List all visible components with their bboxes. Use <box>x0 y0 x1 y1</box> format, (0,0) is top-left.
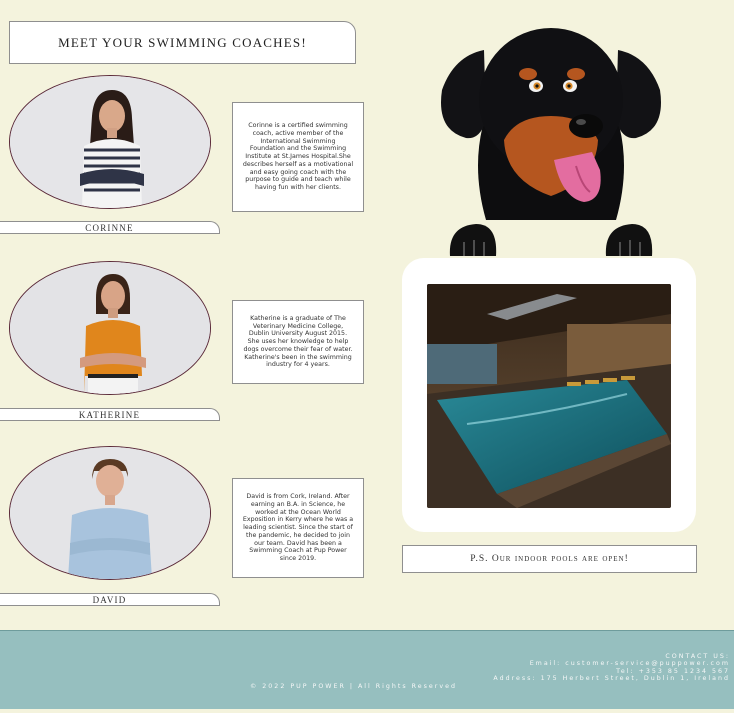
dog-illustration <box>436 20 666 260</box>
copyright: © 2022 PUP POWER | All Rights Reserved <box>250 683 457 690</box>
indoor-pool-photo <box>427 284 671 508</box>
contact-address: Address: 175 Herbert Street, Dublin 1, I… <box>493 675 730 682</box>
coach-photo-david <box>9 446 211 580</box>
coach-name-corinne: CORINNE <box>0 221 220 234</box>
coach-photo-corinne <box>9 75 211 209</box>
contact-phone: Tel: +353 85 1234 567 <box>616 668 730 675</box>
contact-email-link[interactable]: Email: customer-service@puppower.com <box>530 660 730 667</box>
contact-heading: CONTACT US: <box>665 653 730 660</box>
coach-bio-text: Corinne is a certified swimming coach, a… <box>242 122 354 191</box>
coach-photo-katherine <box>9 261 211 395</box>
footer: CONTACT US: Email: customer-service@pupp… <box>0 630 734 709</box>
pool-card <box>402 258 696 532</box>
coach-name-david: DAVID <box>0 593 220 606</box>
coach-name-katherine: KATHERINE <box>0 408 220 421</box>
page-title: MEET YOUR SWIMMING COACHES! <box>9 21 356 64</box>
coach-bio-katherine: Katherine is a graduate of The Veterinar… <box>232 300 364 384</box>
promo-banner: P.S. Our indoor pools are open! <box>402 545 697 573</box>
promo-text: P.S. Our indoor pools are open! <box>470 554 629 564</box>
coach-bio-david: David is from Cork, Ireland. After earni… <box>232 478 364 578</box>
coach-bio-corinne: Corinne is a certified swimming coach, a… <box>232 102 364 212</box>
coach-bio-text: Katherine is a graduate of The Veterinar… <box>243 315 353 369</box>
coach-bio-text: David is from Cork, Ireland. After earni… <box>242 493 354 562</box>
